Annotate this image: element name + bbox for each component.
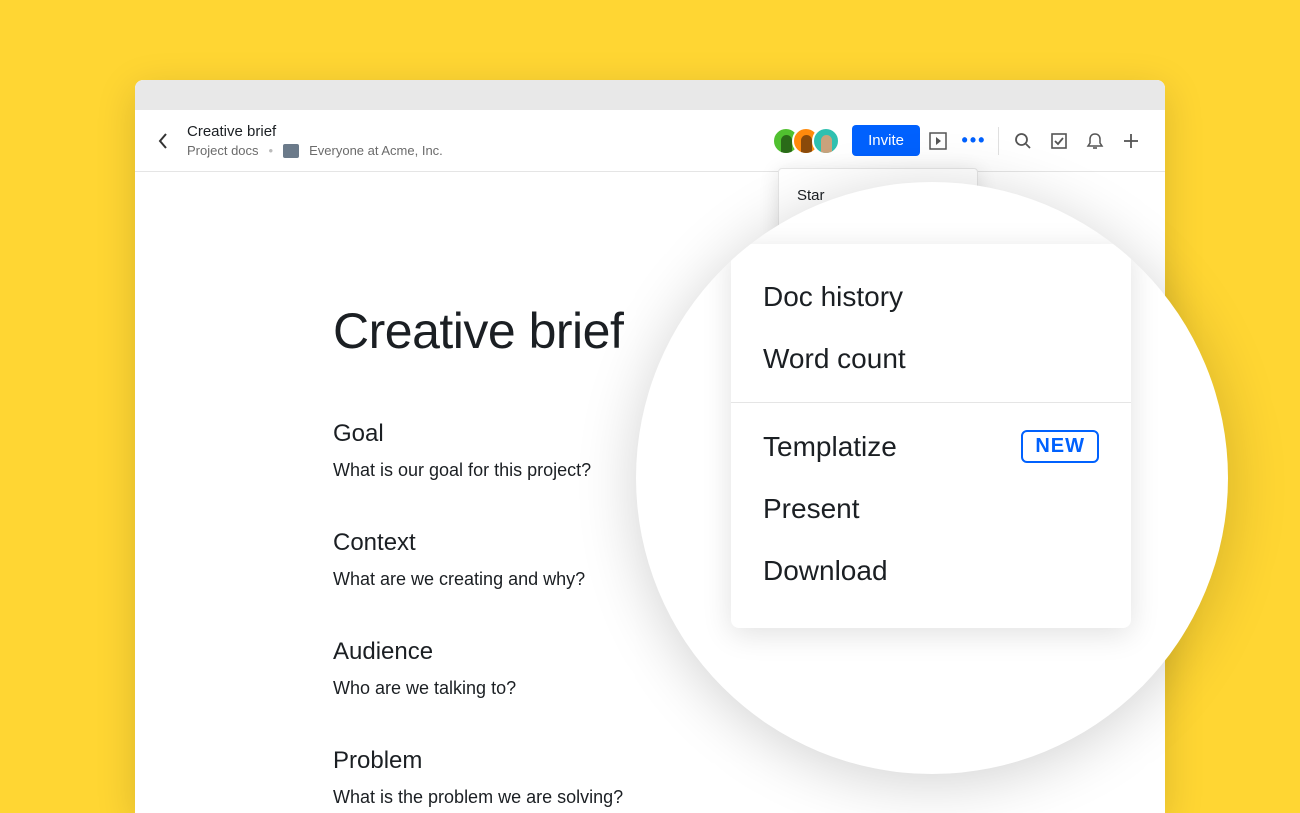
new-badge: NEW [1021,430,1099,463]
header-divider [998,127,999,155]
more-button[interactable]: ••• [956,123,992,159]
ellipsis-icon: ••• [962,130,987,151]
breadcrumb-separator: • [269,143,274,158]
back-button[interactable] [151,129,175,153]
menu-item-present[interactable]: Present [731,478,1131,540]
search-icon [1014,132,1032,150]
menu-item-label: Present [763,493,860,525]
check-square-icon [1050,132,1068,150]
present-button[interactable] [920,123,956,159]
folder-icon [283,144,299,158]
menu-item-label: Templatize [763,431,897,463]
header-bar: Creative brief Project docs • Everyone a… [135,110,1165,172]
doc-title[interactable]: Creative brief [187,123,443,141]
bell-icon [1086,132,1104,150]
play-square-icon [929,132,947,150]
search-button[interactable] [1005,123,1041,159]
chevron-left-icon [158,133,168,149]
create-button[interactable] [1113,123,1149,159]
section-body[interactable]: What is the problem we are solving? [333,787,1165,808]
menu-item-label: Doc history [763,281,903,313]
menu-item-label: Download [763,555,888,587]
menu-item-download[interactable]: Download [731,540,1131,602]
zoomed-more-menu: Doc history Word count Templatize NEW Pr… [731,244,1131,628]
collaborator-avatars[interactable] [772,127,840,155]
tasks-button[interactable] [1041,123,1077,159]
zoom-lens: Doc history Word count Templatize NEW Pr… [636,182,1228,774]
breadcrumb-folder[interactable]: Project docs [187,143,259,158]
breadcrumb: Project docs • Everyone at Acme, Inc. [187,143,443,158]
notifications-button[interactable] [1077,123,1113,159]
doc-section[interactable]: Problem What is the problem we are solvi… [333,747,1165,808]
plus-icon [1122,132,1140,150]
title-block: Creative brief Project docs • Everyone a… [187,123,443,158]
invite-button[interactable]: Invite [852,125,920,156]
avatar[interactable] [812,127,840,155]
menu-item-templatize[interactable]: Templatize NEW [731,415,1131,478]
breadcrumb-access[interactable]: Everyone at Acme, Inc. [309,143,443,158]
menu-item-label: Word count [763,343,906,375]
menu-item-doc-history[interactable]: Doc history [731,266,1131,328]
menu-item-word-count[interactable]: Word count [731,328,1131,390]
window-chrome [135,80,1165,110]
menu-divider [731,402,1131,403]
